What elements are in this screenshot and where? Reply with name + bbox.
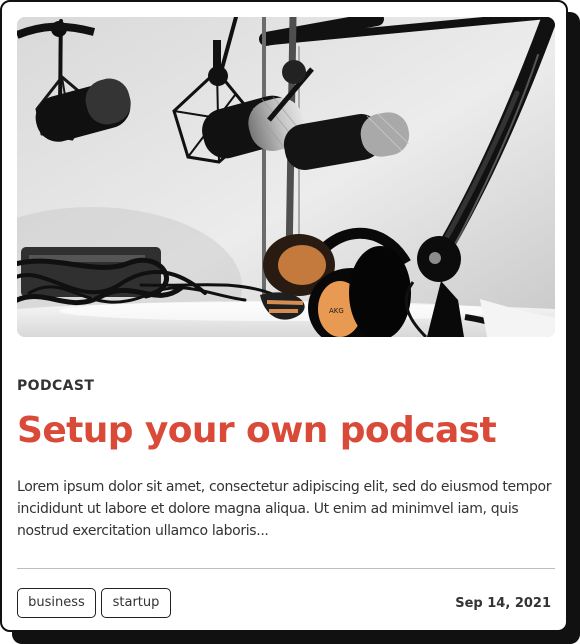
podcast-studio-photo: AKG xyxy=(17,17,555,337)
article-excerpt: Lorem ipsum dolor sit amet, consectetur … xyxy=(17,479,552,539)
headphones-brand-text: AKG xyxy=(329,307,344,315)
article-card[interactable]: AKG PODCAST Setup your own podcast Lorem… xyxy=(0,0,568,632)
article-title[interactable]: Setup your own podcast xyxy=(17,407,497,455)
tag-business[interactable]: business xyxy=(17,588,96,618)
divider xyxy=(17,568,555,569)
category-label: PODCAST xyxy=(17,378,95,394)
tag-startup[interactable]: startup xyxy=(101,588,171,618)
publish-date: Sep 14, 2021 xyxy=(455,596,551,611)
podcast-image[interactable]: AKG xyxy=(17,17,555,337)
